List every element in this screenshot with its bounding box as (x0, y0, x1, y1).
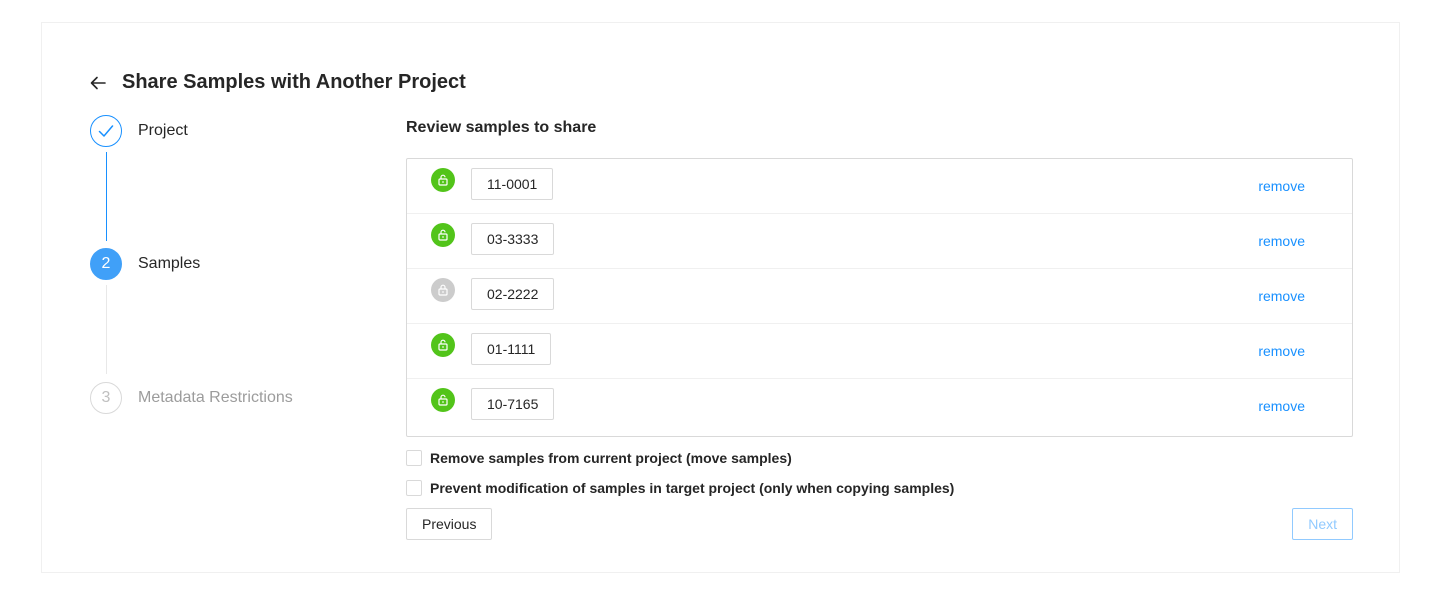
sample-row: 02-2222 remove (407, 269, 1352, 324)
move-samples-option: Remove samples from current project (mov… (406, 448, 1354, 467)
sample-name: 02-2222 (471, 278, 555, 310)
lock-icon (431, 278, 455, 302)
remove-sample-link[interactable]: remove (1258, 288, 1305, 304)
step-connector (106, 152, 107, 241)
unlock-icon (431, 333, 455, 357)
steps-nav: Project 2 Samples 3 Metadata Restriction… (90, 115, 370, 425)
page-header: Share Samples with Another Project (89, 71, 466, 94)
main-content: Review samples to share 11-0001 remove 0… (406, 117, 1354, 540)
checkbox-label: Remove samples from current project (mov… (430, 449, 792, 466)
section-title: Review samples to share (406, 119, 597, 136)
prevent-modification-checkbox[interactable] (406, 479, 422, 496)
remove-sample-link[interactable]: remove (1258, 343, 1305, 359)
sample-name: 11-0001 (471, 168, 554, 200)
sample-list: 11-0001 remove 03-3333 remove 02-2222 re… (406, 158, 1353, 437)
checkbox-label: Prevent modification of samples in targe… (430, 479, 955, 496)
wizard-buttons: Previous Next (406, 508, 1354, 540)
previous-button[interactable]: Previous (406, 508, 493, 540)
unlock-icon (431, 388, 455, 412)
step-metadata-restrictions[interactable]: 3 Metadata Restrictions (90, 382, 293, 414)
sample-name: 01-1111 (471, 333, 552, 365)
step-label: Samples (138, 255, 201, 272)
step-label: Metadata Restrictions (138, 389, 293, 406)
prevent-modification-option: Prevent modification of samples in targe… (406, 478, 1354, 497)
sample-row: 01-1111 remove (407, 324, 1352, 379)
step-number: 2 (90, 248, 122, 280)
arrow-left-icon[interactable] (89, 74, 107, 92)
step-samples[interactable]: 2 Samples (90, 248, 200, 280)
remove-sample-link[interactable]: remove (1258, 178, 1305, 194)
step-label: Project (138, 122, 188, 139)
page-title: Share Samples with Another Project (122, 71, 466, 93)
unlock-icon (431, 223, 455, 247)
sample-name: 10-7165 (471, 388, 555, 420)
share-samples-card: Share Samples with Another Project Proje… (41, 22, 1400, 573)
step-project[interactable]: Project (90, 115, 188, 147)
step-number: 3 (90, 382, 122, 414)
step-connector (106, 285, 107, 374)
unlock-icon (431, 168, 455, 192)
remove-sample-link[interactable]: remove (1258, 398, 1305, 414)
sample-row: 11-0001 remove (407, 159, 1352, 214)
move-samples-checkbox[interactable] (406, 449, 422, 466)
sample-name: 03-3333 (471, 223, 555, 255)
sample-row: 03-3333 remove (407, 214, 1352, 269)
sample-row: 10-7165 remove (407, 379, 1352, 436)
next-button[interactable]: Next (1292, 508, 1353, 540)
remove-sample-link[interactable]: remove (1258, 233, 1305, 249)
check-icon (90, 115, 122, 147)
